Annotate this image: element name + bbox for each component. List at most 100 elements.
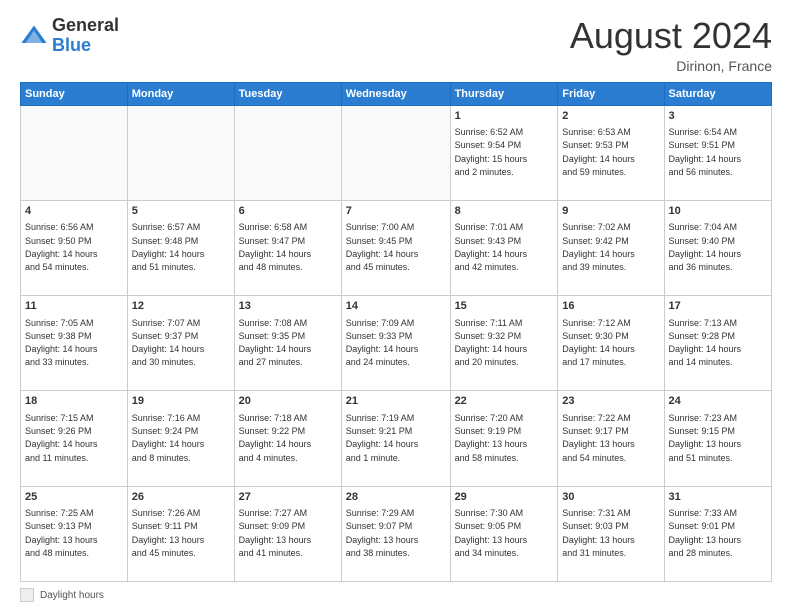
location: Dirinon, France [570, 58, 772, 74]
calendar-cell: 21 Sunrise: 7:19 AM Sunset: 9:21 PM Dayli… [341, 391, 450, 486]
day-info: Sunrise: 6:54 AM Sunset: 9:51 PM Dayligh… [669, 127, 742, 177]
day-info: Sunrise: 7:08 AM Sunset: 9:35 PM Dayligh… [239, 318, 312, 368]
calendar-header-thursday: Thursday [450, 82, 558, 105]
calendar-cell: 7 Sunrise: 7:00 AM Sunset: 9:45 PM Daylig… [341, 200, 450, 295]
day-number: 21 [346, 394, 446, 409]
day-info: Sunrise: 7:07 AM Sunset: 9:37 PM Dayligh… [132, 318, 205, 368]
day-number: 3 [669, 109, 767, 124]
calendar-cell: 14 Sunrise: 7:09 AM Sunset: 9:33 PM Dayli… [341, 296, 450, 391]
calendar-cell: 6Sunrise: 6:58 AM Sunset: 9:47 PM Daylig… [234, 200, 341, 295]
day-info: Sunrise: 7:01 AM Sunset: 9:43 PM Dayligh… [455, 222, 528, 272]
day-info: Sunrise: 7:26 AM Sunset: 9:11 PM Dayligh… [132, 508, 205, 558]
day-number: 1 [455, 109, 554, 124]
calendar-cell: 27 Sunrise: 7:27 AM Sunset: 9:09 PM Dayli… [234, 486, 341, 581]
day-info: Sunrise: 6:53 AM Sunset: 9:53 PM Dayligh… [562, 127, 635, 177]
day-info: Sunrise: 7:29 AM Sunset: 9:07 PM Dayligh… [346, 508, 419, 558]
day-info: Sunrise: 7:31 AM Sunset: 9:03 PM Dayligh… [562, 508, 635, 558]
day-number: 8 [455, 204, 554, 219]
day-info: Sunrise: 7:11 AM Sunset: 9:32 PM Dayligh… [455, 318, 528, 368]
day-number: 7 [346, 204, 446, 219]
day-number: 15 [455, 299, 554, 314]
day-info: Sunrise: 7:27 AM Sunset: 9:09 PM Dayligh… [239, 508, 312, 558]
calendar-cell: 22Sunrise: 7:20 AM Sunset: 9:19 PM Dayli… [450, 391, 558, 486]
calendar-cell: 20Sunrise: 7:18 AM Sunset: 9:22 PM Dayli… [234, 391, 341, 486]
day-info: Sunrise: 7:09 AM Sunset: 9:33 PM Dayligh… [346, 318, 419, 368]
day-number: 11 [25, 299, 123, 314]
calendar-cell: 3 Sunrise: 6:54 AM Sunset: 9:51 PM Daylig… [664, 105, 771, 200]
day-number: 12 [132, 299, 230, 314]
day-number: 20 [239, 394, 337, 409]
calendar-cell [234, 105, 341, 200]
day-info: Sunrise: 6:52 AM Sunset: 9:54 PM Dayligh… [455, 127, 528, 177]
day-number: 19 [132, 394, 230, 409]
day-info: Sunrise: 7:33 AM Sunset: 9:01 PM Dayligh… [669, 508, 742, 558]
calendar-cell: 4Sunrise: 6:56 AM Sunset: 9:50 PM Daylig… [21, 200, 128, 295]
calendar-cell: 29Sunrise: 7:30 AM Sunset: 9:05 PM Dayli… [450, 486, 558, 581]
day-number: 13 [239, 299, 337, 314]
calendar-cell: 31 Sunrise: 7:33 AM Sunset: 9:01 PM Dayli… [664, 486, 771, 581]
day-number: 24 [669, 394, 767, 409]
day-info: Sunrise: 7:00 AM Sunset: 9:45 PM Dayligh… [346, 222, 419, 272]
calendar-table: SundayMondayTuesdayWednesdayThursdayFrid… [20, 82, 772, 582]
day-number: 27 [239, 490, 337, 505]
day-info: Sunrise: 7:15 AM Sunset: 9:26 PM Dayligh… [25, 413, 98, 463]
calendar-cell: 5 Sunrise: 6:57 AM Sunset: 9:48 PM Daylig… [127, 200, 234, 295]
calendar-cell: 9Sunrise: 7:02 AM Sunset: 9:42 PM Daylig… [558, 200, 664, 295]
day-info: Sunrise: 7:16 AM Sunset: 9:24 PM Dayligh… [132, 413, 205, 463]
calendar-cell [127, 105, 234, 200]
calendar-cell: 19 Sunrise: 7:16 AM Sunset: 9:24 PM Dayli… [127, 391, 234, 486]
day-number: 28 [346, 490, 446, 505]
calendar-cell: 11 Sunrise: 7:05 AM Sunset: 9:38 PM Dayli… [21, 296, 128, 391]
day-number: 17 [669, 299, 767, 314]
day-number: 29 [455, 490, 554, 505]
day-number: 31 [669, 490, 767, 505]
day-number: 30 [562, 490, 659, 505]
month-year: August 2024 [570, 16, 772, 56]
day-number: 23 [562, 394, 659, 409]
title-block: August 2024 Dirinon, France [570, 16, 772, 74]
calendar-week-5: 25 Sunrise: 7:25 AM Sunset: 9:13 PM Dayli… [21, 486, 772, 581]
day-info: Sunrise: 7:25 AM Sunset: 9:13 PM Dayligh… [25, 508, 98, 558]
day-number: 10 [669, 204, 767, 219]
calendar-week-3: 11 Sunrise: 7:05 AM Sunset: 9:38 PM Dayli… [21, 296, 772, 391]
calendar-cell [341, 105, 450, 200]
day-info: Sunrise: 6:57 AM Sunset: 9:48 PM Dayligh… [132, 222, 205, 272]
calendar-week-2: 4Sunrise: 6:56 AM Sunset: 9:50 PM Daylig… [21, 200, 772, 295]
calendar-header-tuesday: Tuesday [234, 82, 341, 105]
calendar-header-saturday: Saturday [664, 82, 771, 105]
logo-text: GeneralBlue [52, 16, 119, 56]
calendar-cell: 28 Sunrise: 7:29 AM Sunset: 9:07 PM Dayli… [341, 486, 450, 581]
calendar-cell: 8 Sunrise: 7:01 AM Sunset: 9:43 PM Daylig… [450, 200, 558, 295]
calendar-cell: 24Sunrise: 7:23 AM Sunset: 9:15 PM Dayli… [664, 391, 771, 486]
calendar-header-wednesday: Wednesday [341, 82, 450, 105]
day-info: Sunrise: 7:22 AM Sunset: 9:17 PM Dayligh… [562, 413, 635, 463]
calendar-cell: 13 Sunrise: 7:08 AM Sunset: 9:35 PM Dayli… [234, 296, 341, 391]
calendar-cell: 25 Sunrise: 7:25 AM Sunset: 9:13 PM Dayli… [21, 486, 128, 581]
footer-label: Daylight hours [40, 590, 104, 601]
calendar-cell: 1 Sunrise: 6:52 AM Sunset: 9:54 PM Daylig… [450, 105, 558, 200]
calendar-cell: 15 Sunrise: 7:11 AM Sunset: 9:32 PM Dayli… [450, 296, 558, 391]
day-number: 25 [25, 490, 123, 505]
calendar-week-4: 18 Sunrise: 7:15 AM Sunset: 9:26 PM Dayli… [21, 391, 772, 486]
day-info: Sunrise: 7:13 AM Sunset: 9:28 PM Dayligh… [669, 318, 742, 368]
day-number: 18 [25, 394, 123, 409]
calendar-header-row: SundayMondayTuesdayWednesdayThursdayFrid… [21, 82, 772, 105]
day-number: 5 [132, 204, 230, 219]
header: GeneralBlue August 2024 Dirinon, France [20, 16, 772, 74]
calendar-cell: 16Sunrise: 7:12 AM Sunset: 9:30 PM Dayli… [558, 296, 664, 391]
day-info: Sunrise: 7:19 AM Sunset: 9:21 PM Dayligh… [346, 413, 419, 463]
day-number: 4 [25, 204, 123, 219]
day-info: Sunrise: 7:12 AM Sunset: 9:30 PM Dayligh… [562, 318, 635, 368]
calendar-cell: 26 Sunrise: 7:26 AM Sunset: 9:11 PM Dayli… [127, 486, 234, 581]
day-number: 2 [562, 109, 659, 124]
day-number: 26 [132, 490, 230, 505]
calendar-week-1: 1 Sunrise: 6:52 AM Sunset: 9:54 PM Daylig… [21, 105, 772, 200]
page: GeneralBlue August 2024 Dirinon, France … [0, 0, 792, 612]
logo-icon [20, 22, 48, 50]
calendar-cell: 23 Sunrise: 7:22 AM Sunset: 9:17 PM Dayli… [558, 391, 664, 486]
day-number: 14 [346, 299, 446, 314]
day-info: Sunrise: 7:05 AM Sunset: 9:38 PM Dayligh… [25, 318, 98, 368]
day-info: Sunrise: 6:58 AM Sunset: 9:47 PM Dayligh… [239, 222, 312, 272]
logo: GeneralBlue [20, 16, 119, 56]
day-info: Sunrise: 7:04 AM Sunset: 9:40 PM Dayligh… [669, 222, 742, 272]
